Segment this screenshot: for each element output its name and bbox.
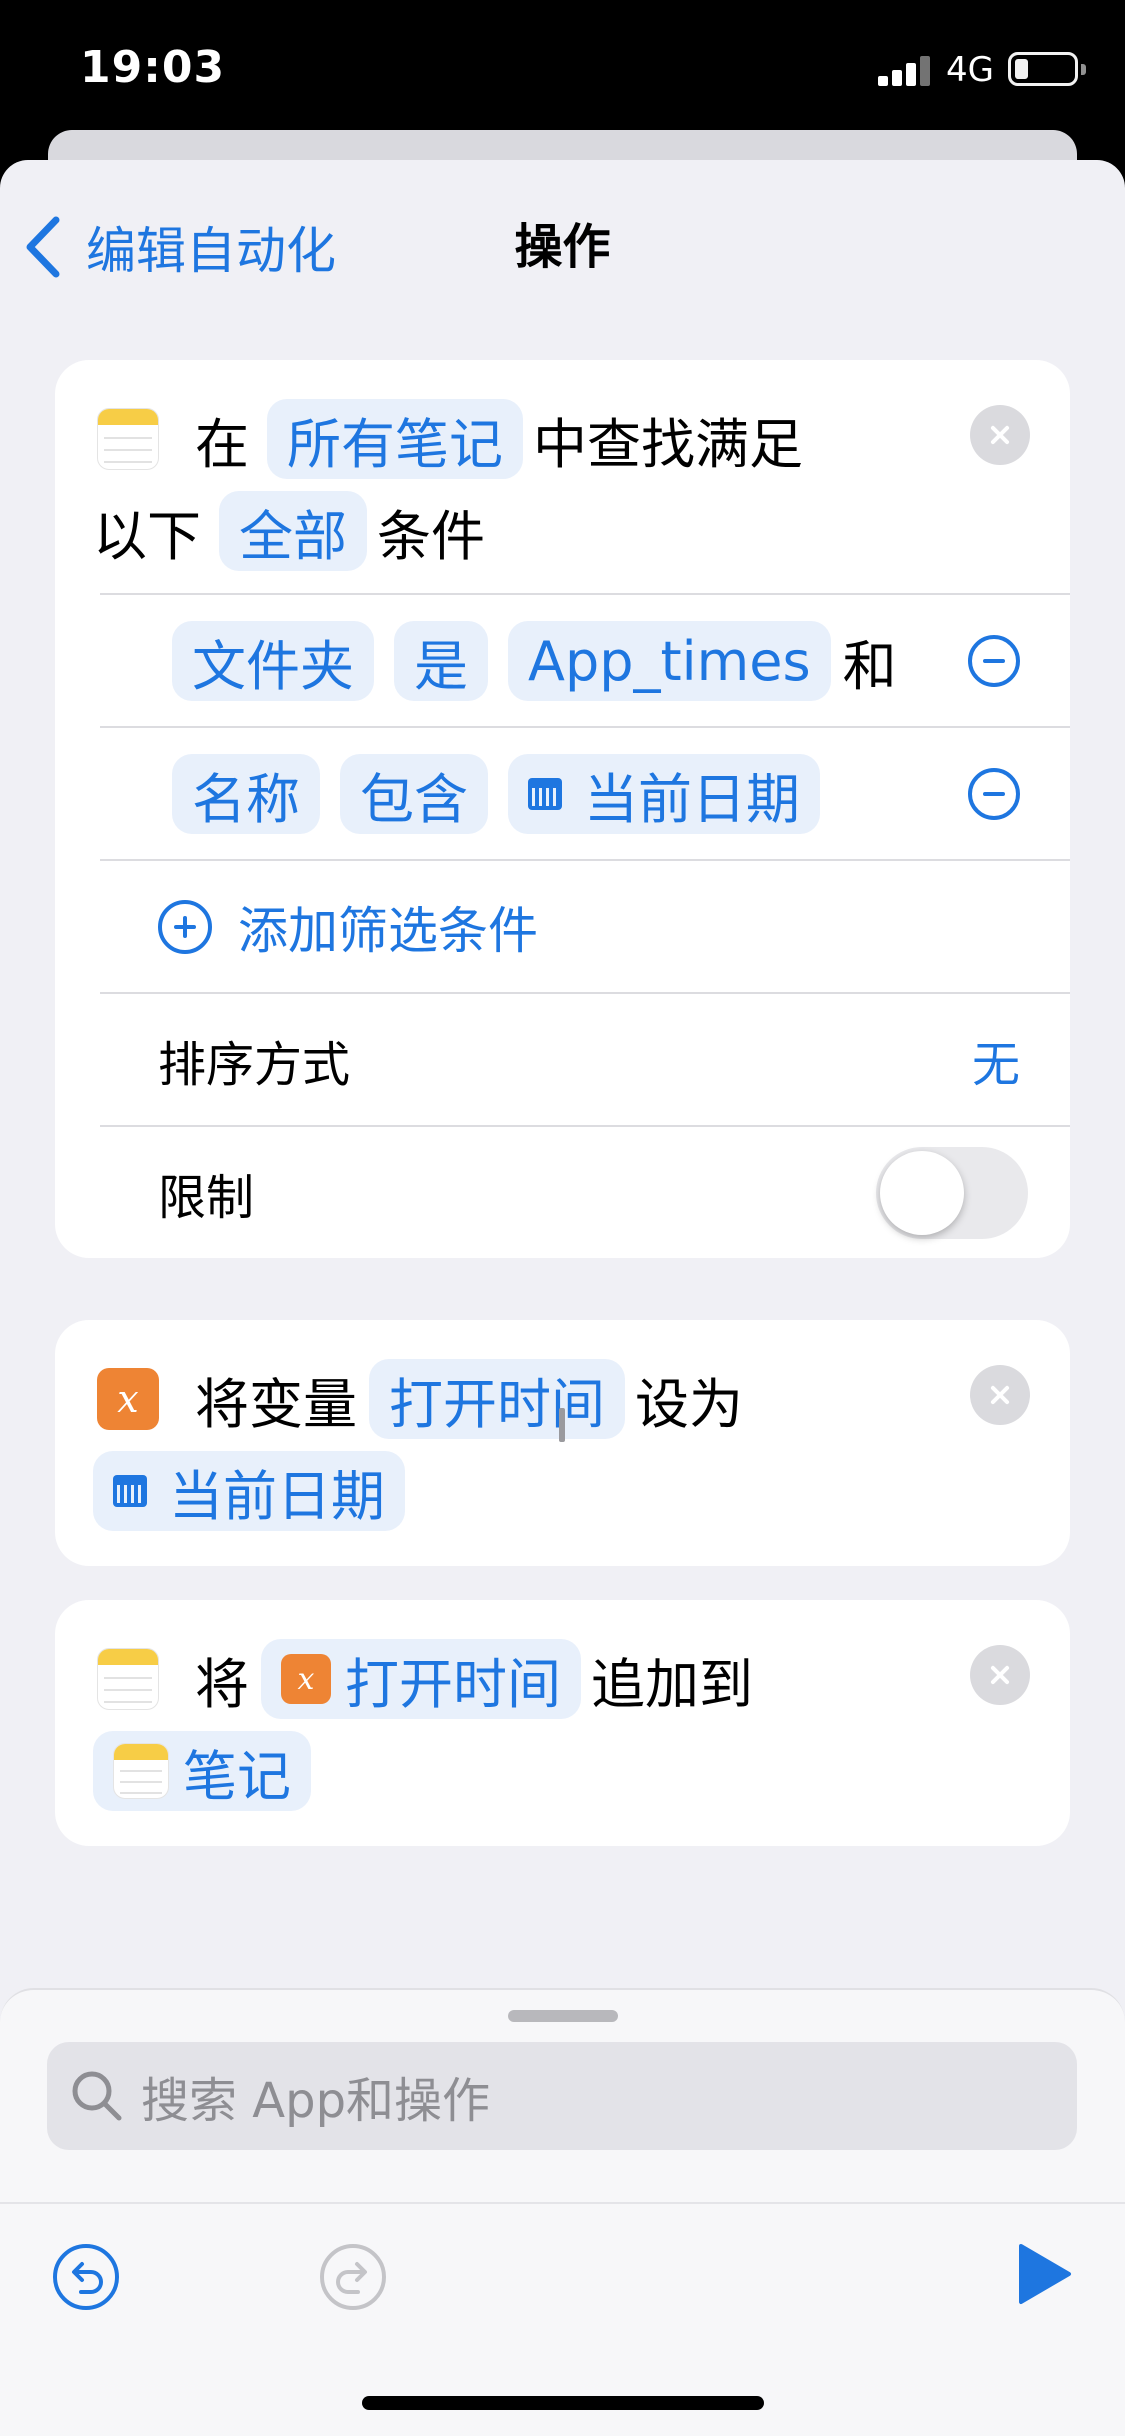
add-filter-label: 添加筛选条件: [238, 902, 538, 960]
filter-operator-token[interactable]: 是: [394, 621, 488, 701]
filter-field-token[interactable]: 名称: [172, 754, 320, 834]
append-note-card: 将 x 打开时间 追加到 笔记: [55, 1600, 1070, 1846]
variable-icon: x: [281, 1654, 331, 1704]
append-target-label: 笔记: [183, 1744, 291, 1808]
filter-value-token[interactable]: App_times: [508, 621, 831, 701]
calendar-icon: [528, 778, 562, 810]
add-filter-button[interactable]: 添加筛选条件: [100, 861, 1070, 993]
variable-value-token[interactable]: 当前日期: [93, 1451, 405, 1531]
notes-scope-token[interactable]: 所有笔记: [267, 399, 523, 479]
variable-name-token[interactable]: 打开时间: [369, 1359, 625, 1439]
remove-filter-button[interactable]: [968, 768, 1020, 820]
sheet-grabber[interactable]: [508, 2010, 618, 2022]
remove-filter-button[interactable]: [968, 635, 1020, 687]
notes-app-icon: [97, 1648, 159, 1710]
sort-row[interactable]: 排序方式 无: [100, 994, 1070, 1126]
status-bar: 19:03 4G: [0, 0, 1125, 150]
append-target-token[interactable]: 笔记: [93, 1731, 311, 1811]
variable-icon: x: [97, 1368, 159, 1430]
page-title: 操作: [514, 219, 611, 275]
remove-action-button[interactable]: [970, 1365, 1030, 1425]
battery-icon: [1008, 52, 1086, 86]
limit-label: 限制: [158, 1170, 255, 1226]
sort-label: 排序方式: [158, 1037, 351, 1093]
append-variable-label: 打开时间: [345, 1652, 561, 1716]
home-indicator: [362, 2396, 764, 2410]
variable-value-label: 当前日期: [169, 1464, 385, 1528]
remove-action-button[interactable]: [970, 405, 1030, 465]
remove-action-button[interactable]: [970, 1645, 1030, 1705]
search-placeholder: 搜索 App和操作: [141, 2073, 491, 2129]
filter-row: 名称 包含 当前日期: [100, 728, 1070, 860]
find-notes-card: 在 所有笔记 中查找满足 以下 全部 条件 文件夹 是 App_times 和 …: [55, 360, 1070, 1258]
plus-circle-icon: [158, 900, 212, 954]
action-connector: [559, 1408, 565, 1442]
status-time: 19:03: [80, 42, 226, 93]
redo-icon[interactable]: [318, 2242, 388, 2312]
filter-field-token[interactable]: 文件夹: [172, 621, 374, 701]
search-icon: [72, 2071, 122, 2121]
filter-operator-token[interactable]: 包含: [340, 754, 488, 834]
limit-toggle[interactable]: [876, 1147, 1028, 1239]
signal-icon: [878, 56, 934, 86]
condition-prefix: 以下: [93, 504, 201, 568]
find-suffix: 中查找满足: [533, 412, 803, 476]
append-prefix: 将: [195, 1652, 249, 1716]
network-type: 4G: [946, 50, 994, 90]
set-variable-card: x 将变量 打开时间 设为 当前日期: [55, 1320, 1070, 1566]
play-icon[interactable]: [1017, 2242, 1073, 2306]
condition-suffix: 条件: [377, 504, 485, 568]
set-prefix: 将变量: [195, 1372, 357, 1436]
filter-value-token[interactable]: 当前日期: [508, 754, 820, 834]
calendar-icon: [113, 1475, 147, 1507]
filter-row: 文件夹 是 App_times 和: [100, 595, 1070, 727]
find-prefix: 在: [195, 412, 249, 476]
notes-app-icon: [97, 408, 159, 470]
match-mode-token[interactable]: 全部: [219, 491, 367, 571]
search-field[interactable]: 搜索 App和操作: [47, 2042, 1077, 2150]
append-variable-token[interactable]: x 打开时间: [261, 1639, 581, 1719]
filter-joiner: 和: [842, 634, 897, 698]
limit-row: 限制: [100, 1127, 1070, 1259]
append-suffix: 追加到: [591, 1652, 753, 1716]
notes-app-icon: [113, 1743, 169, 1799]
sort-value[interactable]: 无: [972, 1025, 1020, 1095]
filter-value-label: 当前日期: [584, 767, 800, 831]
undo-icon[interactable]: [51, 2242, 121, 2312]
set-suffix: 设为: [635, 1372, 743, 1436]
